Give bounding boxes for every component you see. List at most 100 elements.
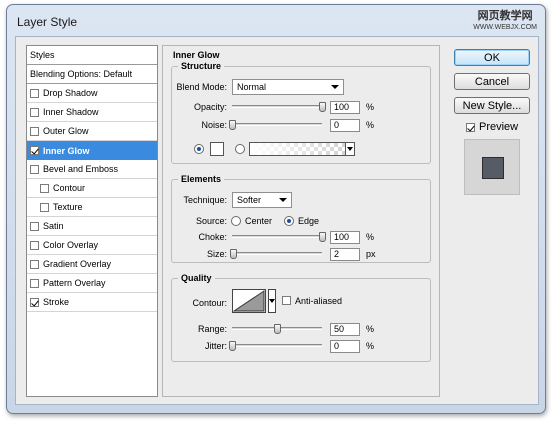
choke-input[interactable]: 100 xyxy=(330,231,360,244)
structure-group: Structure Blend Mode: Normal Opacity: 10… xyxy=(171,61,431,164)
cancel-button[interactable]: Cancel xyxy=(454,73,530,90)
source-center-label[interactable]: Center xyxy=(245,216,272,226)
drop-shadow-checkbox[interactable] xyxy=(30,88,39,98)
texture-label: Texture xyxy=(53,202,83,212)
blend-mode-value: Normal xyxy=(237,82,267,92)
size-unit: px xyxy=(366,249,376,259)
noise-slider[interactable] xyxy=(229,120,322,130)
technique-label: Technique: xyxy=(183,195,227,205)
source-label: Source: xyxy=(195,216,227,226)
chevron-down-icon xyxy=(269,299,275,303)
size-slider[interactable] xyxy=(229,249,322,259)
style-item-drop-shadow[interactable]: Drop Shadow xyxy=(27,84,157,103)
color-overlay-checkbox[interactable] xyxy=(30,240,39,250)
style-item-color-overlay[interactable]: Color Overlay xyxy=(27,236,157,255)
gradient-picker-button[interactable] xyxy=(345,142,355,156)
source-center-radio[interactable] xyxy=(231,216,241,226)
dialog-title: Layer Style xyxy=(17,15,78,29)
gradient-radio[interactable] xyxy=(235,144,245,154)
contour-picker-button[interactable] xyxy=(268,289,276,313)
quality-group: Quality Contour: Anti-aliased Range: 50 … xyxy=(171,273,431,362)
styles-header[interactable]: Styles xyxy=(27,46,157,65)
style-item-gradient-overlay[interactable]: Gradient Overlay xyxy=(27,255,157,274)
solid-color-radio[interactable] xyxy=(194,144,204,154)
choke-slider[interactable] xyxy=(232,232,326,242)
chevron-down-icon xyxy=(331,85,339,89)
style-item-pattern-overlay[interactable]: Pattern Overlay xyxy=(27,274,157,293)
technique-value: Softer xyxy=(237,195,262,205)
pattern-overlay-checkbox[interactable] xyxy=(30,278,39,288)
preview-toggle[interactable]: Preview xyxy=(466,121,518,133)
jitter-input[interactable]: 0 xyxy=(330,340,360,353)
anti-aliased-checkbox[interactable] xyxy=(282,296,291,305)
range-slider-thumb[interactable] xyxy=(274,324,281,334)
gradient-overlay-checkbox[interactable] xyxy=(30,259,39,269)
choke-slider-thumb[interactable] xyxy=(319,232,326,242)
inner-glow-label: Inner Glow xyxy=(43,145,90,156)
bevel-emboss-label: Bevel and Emboss xyxy=(43,164,119,174)
contour-preview[interactable] xyxy=(232,289,266,313)
jitter-unit: % xyxy=(366,341,375,351)
watermark-text: 网页教学网 xyxy=(477,10,533,22)
opacity-slider[interactable] xyxy=(232,102,326,112)
noise-input[interactable]: 0 xyxy=(330,119,360,132)
inner-glow-checkbox[interactable] xyxy=(30,146,39,155)
style-item-outer-glow[interactable]: Outer Glow xyxy=(27,122,157,141)
glow-color-swatch[interactable] xyxy=(210,142,224,156)
inner-shadow-checkbox[interactable] xyxy=(30,107,39,117)
style-item-contour[interactable]: Contour xyxy=(27,179,157,198)
elements-title: Elements xyxy=(178,174,225,184)
contour-checkbox[interactable] xyxy=(40,183,49,193)
choke-slider-track xyxy=(232,235,322,238)
stroke-checkbox[interactable] xyxy=(30,297,39,307)
style-item-inner-shadow[interactable]: Inner Shadow xyxy=(27,103,157,122)
noise-label: Noise: xyxy=(201,120,227,130)
style-item-bevel-emboss[interactable]: Bevel and Emboss xyxy=(27,160,157,179)
range-slider[interactable] xyxy=(232,324,322,334)
glow-gradient-swatch[interactable] xyxy=(249,142,355,156)
size-slider-thumb[interactable] xyxy=(229,249,237,259)
ok-button[interactable]: OK xyxy=(454,49,530,66)
bevel-emboss-checkbox[interactable] xyxy=(30,164,39,174)
stroke-label: Stroke xyxy=(43,297,70,307)
jitter-slider-thumb[interactable] xyxy=(229,341,236,351)
style-item-texture[interactable]: Texture xyxy=(27,198,157,217)
texture-checkbox[interactable] xyxy=(40,202,49,212)
opacity-input[interactable]: 100 xyxy=(330,101,360,114)
blending-options-item[interactable]: Blending Options: Default xyxy=(27,65,157,84)
watermark: 网页教学网 WWW.WEBJX.COM xyxy=(473,10,537,32)
chevron-down-icon xyxy=(279,198,287,202)
inner-glow-heading: Inner Glow xyxy=(173,50,220,60)
range-input[interactable]: 50 xyxy=(330,323,360,336)
structure-title: Structure xyxy=(178,61,225,71)
satin-checkbox[interactable] xyxy=(30,221,39,231)
opacity-slider-thumb[interactable] xyxy=(319,102,326,112)
noise-slider-track xyxy=(232,123,322,126)
choke-unit: % xyxy=(366,232,375,242)
technique-dropdown[interactable]: Softer xyxy=(232,192,292,208)
gradient-overlay-label: Gradient Overlay xyxy=(43,259,112,269)
preview-checkbox[interactable] xyxy=(466,122,475,132)
style-item-satin[interactable]: Satin xyxy=(27,217,157,236)
size-input[interactable]: 2 xyxy=(330,248,360,261)
source-edge-label[interactable]: Edge xyxy=(298,216,319,226)
noise-slider-thumb[interactable] xyxy=(229,120,236,130)
style-item-stroke[interactable]: Stroke xyxy=(27,293,157,312)
jitter-slider[interactable] xyxy=(229,341,322,351)
outer-glow-checkbox[interactable] xyxy=(30,126,39,136)
inner-glow-panel: Inner Glow Structure Blend Mode: Normal … xyxy=(162,45,440,397)
preview-label: Preview xyxy=(479,121,519,133)
source-edge-radio[interactable] xyxy=(284,216,294,226)
chevron-down-icon xyxy=(347,147,353,151)
blend-mode-dropdown[interactable]: Normal xyxy=(232,79,344,95)
anti-aliased-label[interactable]: Anti-aliased xyxy=(295,296,342,306)
preview-square xyxy=(482,157,504,179)
new-style-button[interactable]: New Style... xyxy=(454,97,530,114)
drop-shadow-label: Drop Shadow xyxy=(43,88,98,98)
blend-mode-label: Blend Mode: xyxy=(176,82,227,92)
style-item-inner-glow[interactable]: Inner Glow xyxy=(27,141,157,160)
jitter-slider-track xyxy=(232,344,322,347)
range-label: Range: xyxy=(197,324,227,334)
blending-options-label: Blending Options: Default xyxy=(30,69,133,79)
styles-header-label: Styles xyxy=(30,50,55,60)
